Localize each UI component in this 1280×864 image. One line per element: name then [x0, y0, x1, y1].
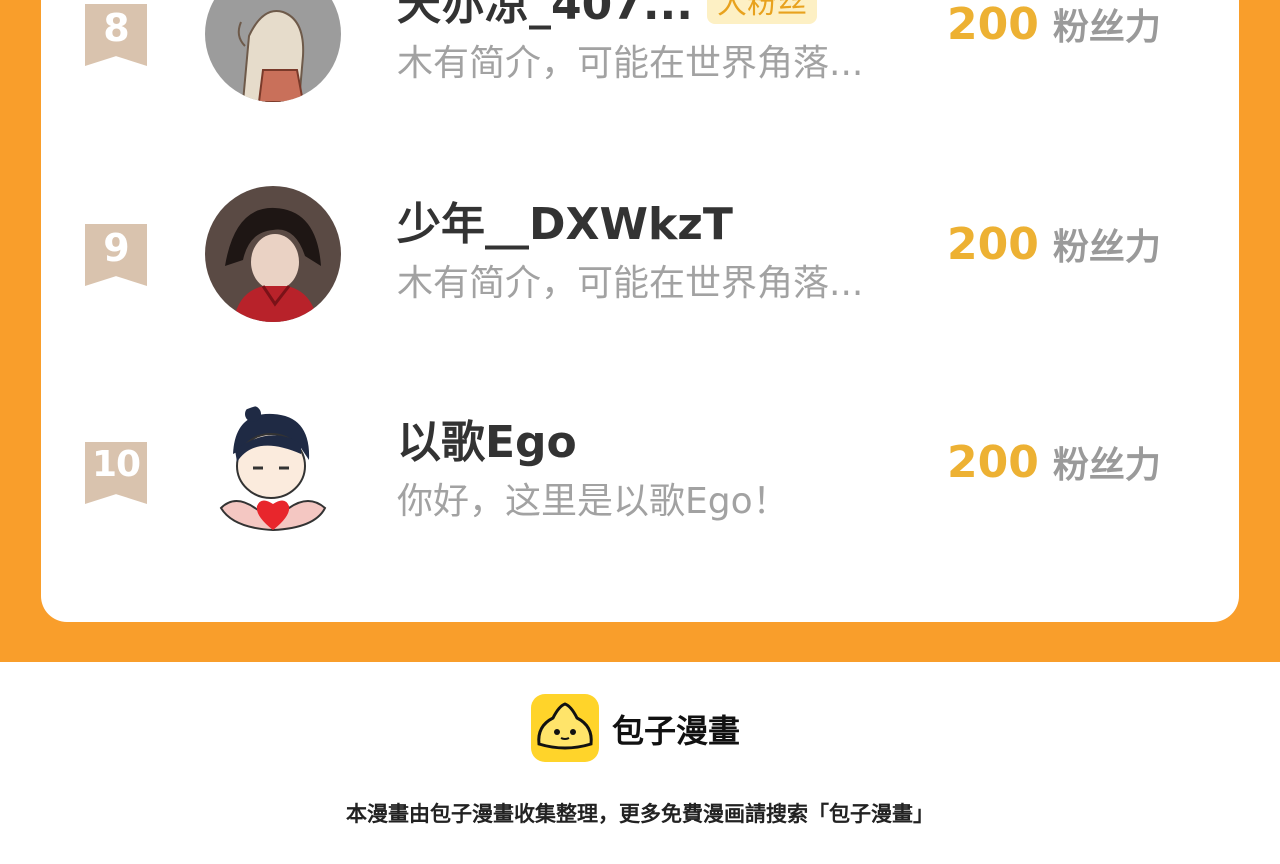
fan-power-value: 200	[947, 436, 1039, 488]
fan-power-value: 200	[947, 0, 1039, 50]
fan-ranking-card: 8 天亦凉_407... 大粉丝 木有简介，可能在世界角落... 200 粉丝力…	[41, 0, 1239, 622]
fan-power-value: 200	[947, 218, 1039, 270]
fan-power-score: 200 粉丝力	[947, 214, 1161, 274]
user-name[interactable]: 以歌Ego	[397, 408, 577, 468]
fan-power-unit: 粉丝力	[1052, 7, 1161, 48]
rank-ribbon-badge: 10	[85, 442, 147, 504]
fan-power-score: 200 粉丝力	[947, 0, 1161, 54]
user-name-text: 少年__DXWkzT	[397, 199, 733, 250]
avatar[interactable]	[205, 404, 341, 540]
user-bio: 你好，这里是以歌Ego！	[397, 481, 789, 522]
user-name-text: 以歌Ego	[397, 417, 577, 468]
user-name-text: 天亦凉_407...	[397, 0, 693, 30]
ranking-row[interactable]: 10 以歌Ego 你好，这里是以歌Ego！ 200 粉丝力	[41, 404, 1239, 544]
avatar[interactable]	[205, 0, 341, 102]
user-bio: 木有简介，可能在世界角落...	[397, 43, 864, 84]
user-name[interactable]: 少年__DXWkzT	[397, 190, 733, 250]
rank-ribbon-badge: 9	[85, 224, 147, 286]
user-name[interactable]: 天亦凉_407... 大粉丝	[397, 0, 817, 30]
user-bio: 木有简介，可能在世界角落...	[397, 263, 864, 304]
fan-level-badge: 大粉丝	[707, 0, 817, 24]
rank-ribbon-badge: 8	[85, 4, 147, 66]
fan-power-unit: 粉丝力	[1052, 227, 1161, 268]
brand-name: 包子漫畫	[612, 712, 741, 750]
fan-power-unit: 粉丝力	[1052, 445, 1161, 486]
footer-note: 本漫畫由包子漫畫收集整理，更多免費漫画請搜索「包子漫畫」	[346, 802, 934, 826]
avatar[interactable]	[205, 186, 341, 322]
ranking-row[interactable]: 8 天亦凉_407... 大粉丝 木有简介，可能在世界角落... 200 粉丝力	[41, 0, 1239, 106]
baozi-logo-icon	[531, 694, 599, 762]
ranking-row[interactable]: 9 少年__DXWkzT 木有简介，可能在世界角落... 200 粉丝力	[41, 186, 1239, 326]
fan-power-score: 200 粉丝力	[947, 432, 1161, 492]
